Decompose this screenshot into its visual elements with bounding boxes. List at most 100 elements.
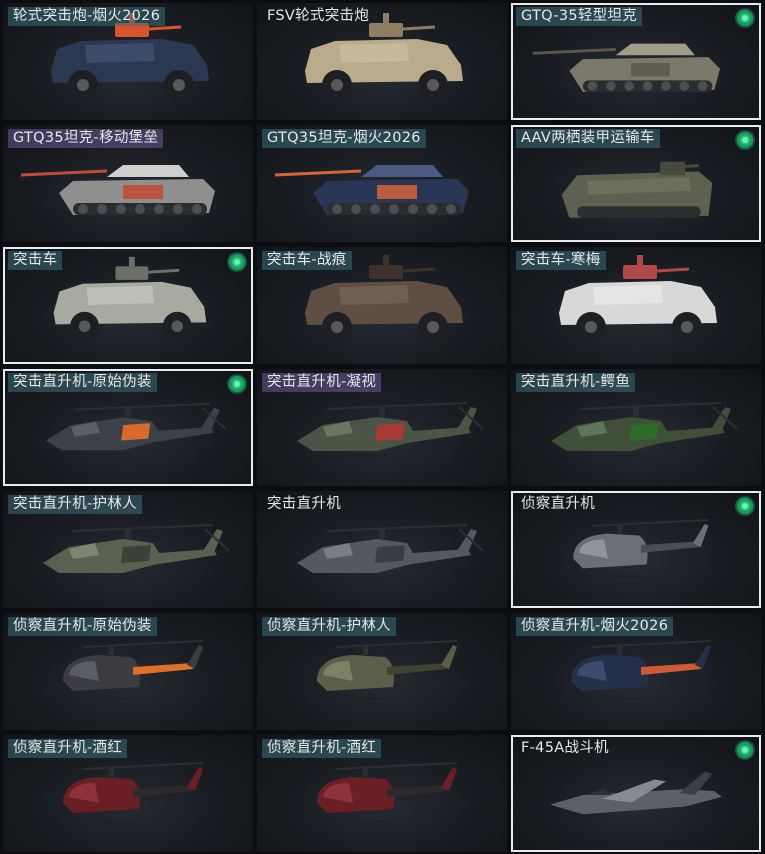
vehicle-card[interactable]: GTQ35坦克-烟火2026	[257, 125, 507, 242]
vehicle-card[interactable]: AAV两栖装甲运输车	[511, 125, 761, 242]
vehicle-card[interactable]: GTQ-35轻型坦克	[511, 3, 761, 120]
tail-boom	[387, 663, 447, 675]
rotor-mast	[617, 523, 623, 534]
apc-vehicle-image	[51, 13, 209, 100]
turret-mount	[128, 256, 135, 269]
tail-boom	[640, 541, 699, 553]
tail-fin	[441, 645, 457, 669]
vehicle-card[interactable]: 突击车-战痕	[257, 247, 507, 364]
vehicle-name: 突击直升机-鳄鱼	[516, 373, 636, 392]
tank-vehicle-image	[20, 165, 215, 215]
vehicle-card[interactable]: 突击直升机	[257, 491, 507, 608]
vehicle-name: FSV轮式突击炮	[267, 8, 370, 24]
turret-mount	[383, 13, 389, 25]
vehicle-card[interactable]: 突击车	[3, 247, 253, 364]
vehicle-name: 侦察直升机-原始伪装	[8, 617, 157, 636]
livery-mark	[629, 423, 659, 441]
vehicle-name: 突击直升机-护林人	[8, 495, 142, 514]
vehicle-card[interactable]: 侦察直升机-原始伪装	[3, 613, 253, 730]
vehicle-name: GTQ-35轻型坦克	[516, 7, 643, 26]
apc-vehicle-image	[305, 13, 463, 100]
vehicle-card[interactable]: 突击直升机-护林人	[3, 491, 253, 608]
main-gun	[20, 169, 108, 177]
rotor-mast	[617, 645, 622, 655]
vehicle-name: GTQ35坦克-烟火2026	[262, 129, 426, 148]
side-panel	[86, 285, 155, 306]
tank-vehicle-image	[274, 165, 469, 215]
livery-mark	[123, 185, 163, 199]
wheel-hub-2	[427, 79, 439, 91]
scout-heli-vehicle-image	[573, 519, 709, 578]
road-wheel-1	[78, 204, 88, 214]
rotor-mast	[379, 529, 385, 539]
vehicle-card[interactable]: F-45A战斗机	[511, 735, 761, 852]
vehicle-name: GTQ35坦克-移动堡垒	[8, 129, 164, 148]
livery-mark	[375, 545, 405, 563]
gun	[669, 164, 699, 170]
wheel-hub-1	[585, 321, 597, 333]
vehicle-card[interactable]: 突击直升机-凝视	[257, 369, 507, 486]
turret-mount	[637, 255, 643, 267]
road-wheel-3	[116, 204, 126, 214]
livery-mark	[375, 423, 405, 441]
rotor-mast	[379, 407, 385, 417]
main-rotor	[590, 640, 712, 648]
livery-mark	[377, 185, 417, 199]
jet-vehicle-image	[550, 771, 722, 815]
attack-heli-vehicle-image	[297, 402, 484, 456]
vehicle-card[interactable]: 侦察直升机-烟火2026	[511, 613, 761, 730]
scout-heli-vehicle-image	[571, 640, 712, 700]
main-rotor	[592, 519, 709, 527]
road-wheel-1	[587, 81, 598, 91]
equipped-indicator-icon	[229, 376, 245, 392]
road-wheel-6	[679, 81, 690, 91]
road-wheel-3	[370, 204, 380, 214]
rotor-mast	[363, 645, 368, 655]
road-wheel-3	[624, 81, 635, 91]
vehicle-card[interactable]: 侦察直升机-酒红	[257, 735, 507, 852]
turret-mount	[383, 255, 389, 267]
vehicle-card[interactable]: GTQ35坦克-移动堡垒	[3, 125, 253, 242]
turret	[361, 165, 443, 177]
rotor-mast	[125, 529, 131, 539]
turret	[369, 265, 403, 279]
road-wheel-5	[408, 204, 418, 214]
equipped-indicator-icon	[737, 498, 753, 514]
equipped-indicator-icon	[737, 132, 753, 148]
rotor-mast	[125, 407, 131, 418]
vehicle-name: 侦察直升机-护林人	[262, 617, 396, 636]
rotor-mast	[109, 645, 114, 655]
vehicle-card[interactable]: 突击直升机-鳄鱼	[511, 369, 761, 486]
wheel-hub-2	[171, 320, 184, 333]
road-wheel-2	[606, 81, 616, 91]
road-wheel-4	[135, 204, 145, 214]
main-rotor	[336, 762, 458, 770]
scout-heli-vehicle-image	[63, 640, 204, 700]
vehicle-name: AAV两栖装甲运输车	[516, 129, 660, 148]
wheel-hub-2	[681, 321, 693, 333]
vehicle-name: 轮式突击炮-烟火2026	[8, 7, 166, 26]
truck-vehicle-image	[53, 256, 207, 341]
vehicle-name: F-45A战斗机	[521, 740, 609, 756]
turret-gun	[402, 25, 436, 31]
canopy	[582, 789, 612, 795]
vehicle-card[interactable]: 侦察直升机	[511, 491, 761, 608]
rotor-mast	[109, 767, 114, 777]
vehicle-card[interactable]: 突击车-寒梅	[511, 247, 761, 364]
vehicle-card[interactable]: 侦察直升机-护林人	[257, 613, 507, 730]
main-rotor	[326, 524, 468, 532]
wheel-hub-1	[331, 79, 343, 91]
vehicle-name: 侦察直升机	[521, 496, 595, 512]
vehicle-card[interactable]: 轮式突击炮-烟火2026	[3, 3, 253, 120]
road-wheel-5	[661, 81, 671, 91]
tail-boom	[641, 663, 701, 675]
road-wheel-2	[97, 204, 107, 214]
tail-fin	[695, 645, 711, 669]
vehicle-card[interactable]: FSV轮式突击炮	[257, 3, 507, 120]
equipped-indicator-icon	[229, 254, 245, 270]
livery-mark	[121, 545, 151, 563]
vehicle-card[interactable]: 侦察直升机-酒红	[3, 735, 253, 852]
road-wheel-5	[154, 204, 164, 214]
road-wheel-6	[427, 204, 437, 214]
vehicle-card[interactable]: 突击直升机-原始伪装	[3, 369, 253, 486]
